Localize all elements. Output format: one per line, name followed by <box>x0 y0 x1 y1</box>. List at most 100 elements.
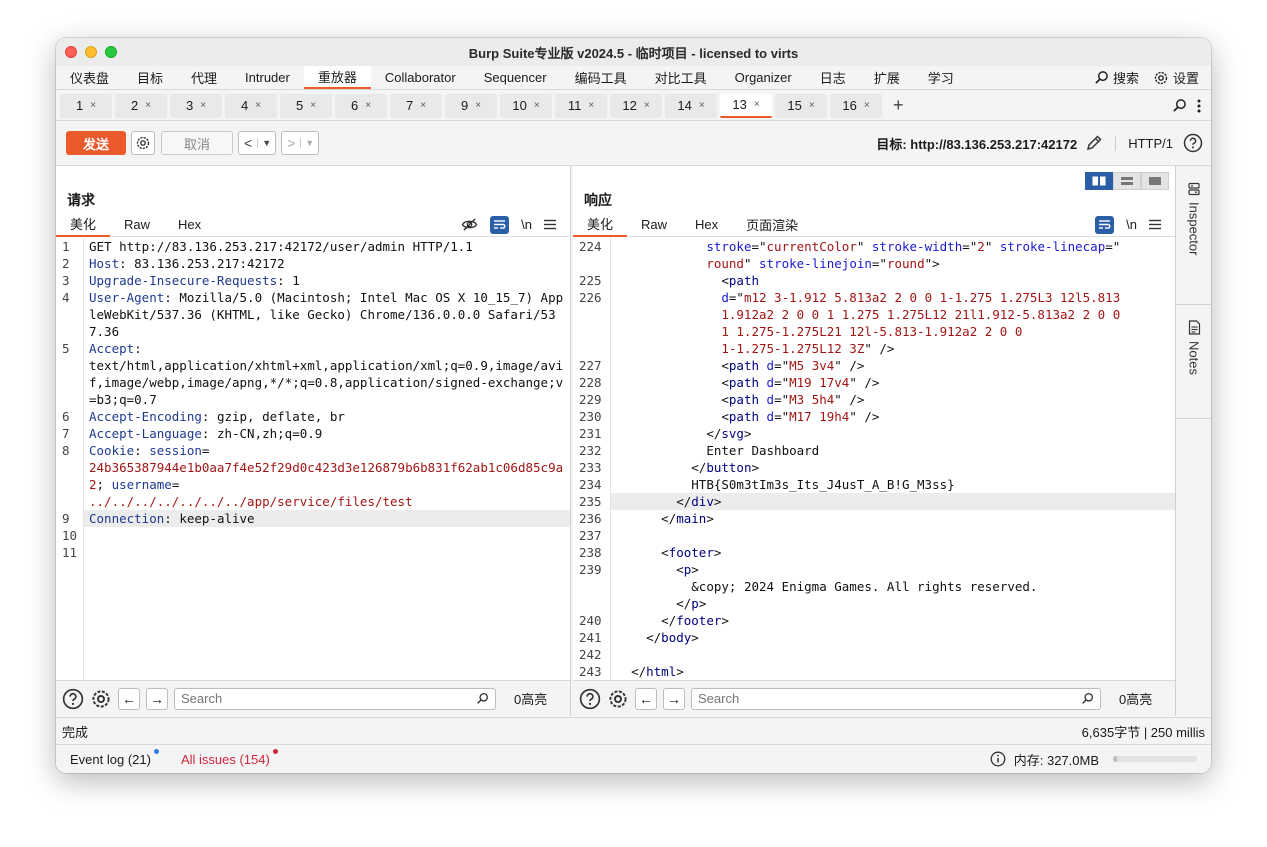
repeater-tab-9[interactable]: 9 × <box>445 93 497 118</box>
inspector-panel-toggle[interactable]: Inspector <box>1176 182 1211 255</box>
request-tab-pretty[interactable]: 美化 <box>56 213 111 237</box>
menu-item-5[interactable]: Collaborator <box>371 66 470 89</box>
request-search-input[interactable]: Search <box>174 687 496 710</box>
response-tab-hex[interactable]: Hex <box>681 213 732 237</box>
menu-item-3[interactable]: Intruder <box>231 66 304 89</box>
show-newlines-toggle[interactable]: \n <box>521 217 532 232</box>
repeater-tab-5[interactable]: 5 × <box>280 93 332 118</box>
repeater-tab-2[interactable]: 2 × <box>115 93 167 118</box>
show-newlines-toggle[interactable]: \n <box>1126 217 1137 232</box>
history-back-button[interactable]: < ▼ <box>238 131 277 155</box>
menu-item-0[interactable]: 仪表盘 <box>56 66 123 89</box>
more-options-icon[interactable] <box>1197 99 1201 113</box>
close-tab-icon[interactable]: × <box>200 100 206 111</box>
send-button[interactable]: 发送 <box>66 131 126 155</box>
help-icon[interactable] <box>62 688 84 710</box>
send-settings-button[interactable] <box>131 131 155 155</box>
repeater-tab-label: 14 <box>677 98 692 113</box>
repeater-tab-4[interactable]: 4 × <box>225 93 277 118</box>
repeater-tab-13[interactable]: 13 × <box>720 93 772 118</box>
response-search-input[interactable]: Search <box>691 687 1101 710</box>
menu-item-2[interactable]: 代理 <box>177 66 231 89</box>
info-icon[interactable] <box>990 751 1006 767</box>
menu-item-1[interactable]: 目标 <box>123 66 177 89</box>
search-next-button[interactable]: → <box>146 687 168 710</box>
close-tab-icon[interactable]: × <box>145 100 151 111</box>
menu-item-7[interactable]: 编码工具 <box>561 66 641 89</box>
repeater-tab-16[interactable]: 16 × <box>830 93 882 118</box>
repeater-tab-7[interactable]: 7 × <box>390 93 442 118</box>
close-window-button[interactable] <box>65 46 77 58</box>
repeater-tab-3[interactable]: 3 × <box>170 93 222 118</box>
word-wrap-button[interactable] <box>490 215 510 234</box>
all-issues-button[interactable]: All issues (154) <box>181 748 280 767</box>
close-tab-icon[interactable]: × <box>754 99 760 110</box>
close-tab-icon[interactable]: × <box>534 100 540 111</box>
repeater-tab-14[interactable]: 14 × <box>665 93 717 118</box>
close-tab-icon[interactable]: × <box>310 100 316 111</box>
close-tab-icon[interactable]: × <box>588 100 594 111</box>
menu-icon[interactable] <box>544 219 556 230</box>
bottom-bar: Event log (21) All issues (154) 内存: 327.… <box>56 744 1211 773</box>
add-tab-button[interactable]: + <box>893 95 904 116</box>
request-view-tabs: 美化 Raw Hex \n <box>56 213 570 237</box>
close-tab-icon[interactable]: × <box>420 100 426 111</box>
response-editor[interactable]: 224 stroke="currentColor" stroke-width="… <box>573 238 1175 680</box>
menu-item-9[interactable]: Organizer <box>721 66 806 89</box>
close-tab-icon[interactable]: × <box>809 100 815 111</box>
cancel-button[interactable]: 取消 <box>161 131 233 155</box>
help-icon[interactable] <box>1183 133 1203 153</box>
menu-item-11[interactable]: 扩展 <box>860 66 914 89</box>
layout-tabs-button[interactable] <box>1141 172 1169 190</box>
pencil-icon[interactable] <box>1085 134 1103 152</box>
event-log-button[interactable]: Event log (21) <box>70 748 161 767</box>
minimize-window-button[interactable] <box>85 46 97 58</box>
close-tab-icon[interactable]: × <box>864 100 870 111</box>
layout-side-by-side-button[interactable] <box>1085 172 1113 190</box>
close-tab-icon[interactable]: × <box>255 100 261 111</box>
close-tab-icon[interactable]: × <box>365 100 371 111</box>
code-token: < <box>616 409 729 424</box>
word-wrap-button[interactable] <box>1095 215 1115 234</box>
layout-stacked-button[interactable] <box>1113 172 1141 190</box>
menu-item-6[interactable]: Sequencer <box>470 66 561 89</box>
zoom-window-button[interactable] <box>105 46 117 58</box>
settings-button[interactable]: 设置 <box>1153 68 1199 87</box>
gear-icon[interactable] <box>607 688 629 710</box>
repeater-tab-12[interactable]: 12 × <box>610 93 662 118</box>
request-editor[interactable]: 1 GET http://83.136.253.217:42172/user/ad… <box>56 238 570 680</box>
search-previous-button[interactable]: ← <box>118 687 140 710</box>
close-tab-icon[interactable]: × <box>699 100 705 111</box>
menu-item-8[interactable]: 对比工具 <box>641 66 721 89</box>
request-tab-hex[interactable]: Hex <box>164 213 215 237</box>
search-previous-button[interactable]: ← <box>635 687 657 710</box>
search-next-button[interactable]: → <box>663 687 685 710</box>
history-forward-button[interactable]: > ▼ <box>281 131 320 155</box>
notes-panel-toggle[interactable]: Notes <box>1176 320 1211 375</box>
repeater-tab-15[interactable]: 15 × <box>775 93 827 118</box>
menu-item-4[interactable]: 重放器 <box>303 66 371 89</box>
repeater-tab-10[interactable]: 10 × <box>500 93 552 118</box>
repeater-tab-1[interactable]: 1 × <box>60 93 112 118</box>
menu-icon[interactable] <box>1149 219 1161 230</box>
global-search-button[interactable]: 搜索 <box>1094 68 1139 87</box>
close-tab-icon[interactable]: × <box>644 100 650 111</box>
chevron-down-icon[interactable]: ▼ <box>257 138 275 148</box>
gear-icon[interactable] <box>90 688 112 710</box>
chevron-down-icon[interactable]: ▼ <box>300 138 318 148</box>
menu-item-12[interactable]: 学习 <box>914 66 968 89</box>
response-tab-render[interactable]: 页面渲染 <box>732 213 812 237</box>
request-tab-raw[interactable]: Raw <box>110 213 164 237</box>
close-tab-icon[interactable]: × <box>90 100 96 111</box>
eye-off-icon[interactable] <box>461 217 478 232</box>
code-line: 4 User-Agent: Mozilla/5.0 (Macintosh; Int… <box>56 289 570 340</box>
repeater-tab-11[interactable]: 11 × <box>555 93 607 118</box>
response-tab-pretty[interactable]: 美化 <box>573 213 628 237</box>
menu-item-10[interactable]: 日志 <box>806 66 860 89</box>
search-tabs-icon[interactable] <box>1172 98 1187 113</box>
repeater-tab-6[interactable]: 6 × <box>335 93 387 118</box>
response-tab-raw[interactable]: Raw <box>627 213 681 237</box>
help-icon[interactable] <box>579 688 601 710</box>
close-tab-icon[interactable]: × <box>475 100 481 111</box>
http-version[interactable]: HTTP/1 <box>1115 135 1173 151</box>
